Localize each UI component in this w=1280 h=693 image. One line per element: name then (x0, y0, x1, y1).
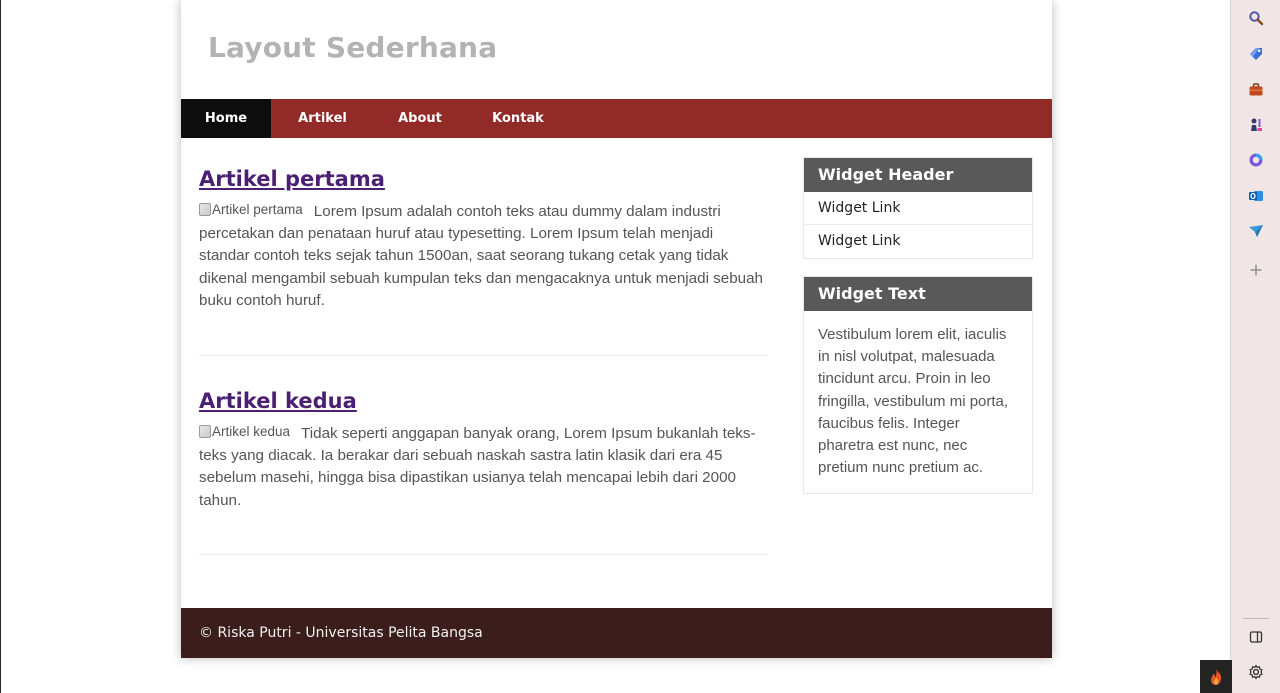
flame-icon (1211, 668, 1222, 685)
widget-links: Widget Header Widget Link Widget Link (803, 157, 1033, 259)
article-title-link[interactable]: Artikel kedua (199, 389, 768, 413)
copilot-icon[interactable] (1231, 146, 1280, 174)
article-card: Artikel pertama Artikel pertama Lorem Ips… (199, 167, 768, 312)
broken-image-icon (199, 425, 211, 438)
send-icon[interactable] (1231, 217, 1280, 245)
nav-item-about[interactable]: About (374, 99, 466, 138)
add-icon[interactable] (1231, 256, 1280, 284)
sidebar-divider (1243, 618, 1269, 619)
settings-icon[interactable] (1231, 658, 1280, 686)
widget-link[interactable]: Widget Link (804, 192, 1032, 225)
nav-item-artikel[interactable]: Artikel (271, 99, 374, 138)
article-title-link[interactable]: Artikel pertama (199, 167, 768, 191)
nav-item-kontak[interactable]: Kontak (466, 99, 570, 138)
widget-header: Widget Text (804, 277, 1032, 311)
split-screen-icon[interactable] (1231, 623, 1280, 651)
search-icon[interactable] (1231, 4, 1280, 32)
article-image: Artikel kedua (199, 421, 290, 443)
chess-icon[interactable] (1231, 111, 1280, 139)
site-title: Layout Sederhana (208, 31, 498, 64)
site-footer: © Riska Putri - Universitas Pelita Bangs… (181, 608, 1052, 658)
article-body: Artikel kedua Tidak seperti anggapan bany… (199, 423, 768, 512)
site-header: Layout Sederhana (181, 0, 1052, 99)
nav-item-home[interactable]: Home (181, 99, 271, 138)
broken-image-icon (199, 203, 211, 216)
outlook-icon[interactable] (1231, 182, 1280, 210)
fire-button[interactable] (1200, 660, 1232, 693)
briefcase-icon[interactable] (1231, 76, 1280, 104)
article-image: Artikel pertama (199, 199, 303, 221)
page-container: Layout Sederhana Home Artikel About Kont… (181, 0, 1052, 658)
article-image-alt: Artikel kedua (212, 424, 291, 439)
widget-link[interactable]: Widget Link (804, 225, 1032, 258)
widget-text: Widget Text Vestibulum lorem elit, iacul… (803, 276, 1033, 495)
widget-text-content: Vestibulum lorem elit, iaculis in nisl v… (818, 326, 1009, 477)
article-image-alt: Artikel pertama (212, 202, 303, 217)
browser-sidebar (1230, 0, 1280, 693)
article-divider (199, 355, 768, 356)
widget-header: Widget Header (804, 158, 1032, 192)
article-card: Artikel kedua Artikel kedua Tidak seperti… (199, 389, 768, 512)
article-divider (199, 554, 768, 555)
article-body: Artikel pertama Lorem Ipsum adalah contoh… (199, 201, 768, 312)
main-nav: Home Artikel About Kontak (181, 99, 1052, 138)
tag-icon[interactable] (1231, 40, 1280, 68)
